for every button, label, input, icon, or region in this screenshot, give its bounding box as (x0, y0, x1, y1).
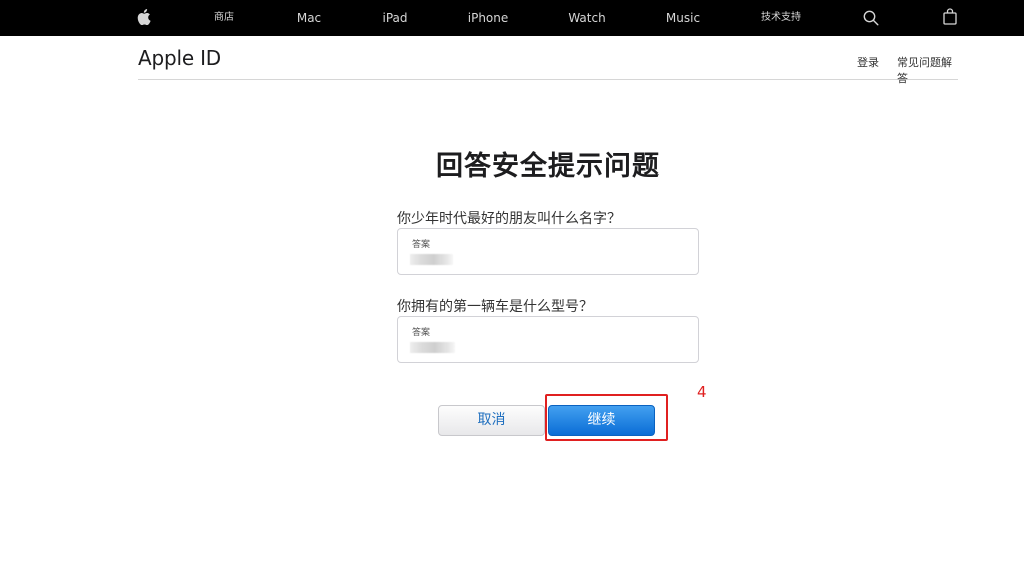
nav-support[interactable]: 技术支持 (761, 0, 801, 36)
nav-iphone[interactable]: iPhone (468, 0, 509, 36)
highlight-box (545, 394, 668, 441)
answer-1-label: 答案 (412, 240, 431, 250)
answer-2-value[interactable]: •••• (410, 342, 455, 353)
cancel-button[interactable]: 取消 (438, 405, 545, 436)
answer-2-label: 答案 (412, 328, 431, 338)
annotation-number: 4 (697, 383, 707, 401)
faq-link[interactable]: 常见问题解答 (897, 54, 958, 86)
apple-id-title[interactable]: Apple ID (138, 46, 221, 70)
global-nav: 商店 Mac iPad iPhone Watch Music 技术支持 (0, 0, 1024, 36)
sign-in-link[interactable]: 登录 (857, 54, 879, 70)
nav-mac[interactable]: Mac (297, 0, 321, 36)
local-nav: Apple ID 登录 常见问题解答 (138, 36, 958, 85)
answer-1-value[interactable]: •••• (410, 254, 453, 265)
page-title: 回答安全提示问题 (436, 151, 660, 182)
question-1-label: 你少年时代最好的朋友叫什么名字？ (397, 211, 621, 227)
apple-logo-icon[interactable] (137, 9, 151, 29)
nav-watch[interactable]: Watch (568, 0, 605, 36)
answer-2-field[interactable]: 答案 •••• (397, 316, 699, 363)
nav-music[interactable]: Music (666, 0, 700, 36)
search-icon[interactable] (863, 10, 879, 30)
answer-1-field[interactable]: 答案 •••• (397, 228, 699, 275)
question-2-label: 你拥有的第一辆车是什么型号？ (397, 299, 593, 315)
nav-ipad[interactable]: iPad (382, 0, 407, 36)
nav-store[interactable]: 商店 (214, 0, 234, 36)
bag-icon[interactable] (943, 8, 957, 29)
